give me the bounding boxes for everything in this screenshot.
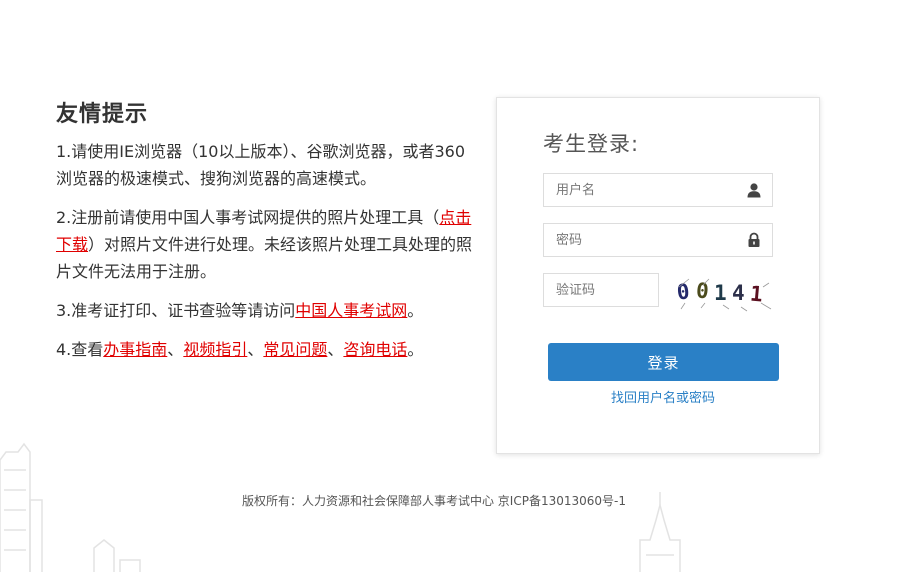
username-field[interactable] xyxy=(543,173,773,207)
faq-link[interactable]: 常见问题 xyxy=(263,340,327,359)
cpta-site-link[interactable]: 中国人事考试网 xyxy=(295,301,407,320)
login-title: 考生登录: xyxy=(543,132,640,156)
user-icon xyxy=(747,183,761,198)
lock-icon xyxy=(748,232,760,247)
captcha-char: 1 xyxy=(714,281,727,305)
notice-item-admission-ticket: 3.准考证打印、证书查验等请访问中国人事考试网。 xyxy=(56,297,476,324)
notice-item-help-text-post: 。 xyxy=(407,340,424,359)
captcha-char: 0 xyxy=(695,279,709,304)
notice-item-admission-text-pre: 3.准考证打印、证书查验等请访问 xyxy=(56,301,296,320)
separator: 、 xyxy=(247,340,264,359)
notice-item-admission-text-post: 。 xyxy=(407,301,424,320)
captcha-field[interactable] xyxy=(543,273,659,307)
separator: 、 xyxy=(167,340,184,359)
username-input[interactable] xyxy=(544,174,736,206)
notice-item-photo-tool-text-pre: 2.注册前请使用中国人事考试网提供的照片处理工具（ xyxy=(56,208,440,227)
captcha-image[interactable]: 0 0 1 4 1 xyxy=(675,273,775,313)
forgot-credentials-link[interactable]: 找回用户名或密码 xyxy=(543,387,783,406)
notice-item-browser: 1.请使用IE浏览器（10以上版本）、谷歌浏览器，或者360浏览器的极速模式、搜… xyxy=(56,138,476,192)
notice-item-photo-tool: 2.注册前请使用中国人事考试网提供的照片处理工具（点击下载）对照片文件进行处理。… xyxy=(56,204,476,285)
login-button[interactable]: 登录 xyxy=(548,343,779,381)
captcha-char: 4 xyxy=(732,281,745,305)
notice-item-help-links: 4.查看办事指南、视频指引、常见问题、咨询电话。 xyxy=(56,336,476,363)
video-guide-link[interactable]: 视频指引 xyxy=(183,340,247,359)
login-card: 考生登录: 0 0 1 4 1 登录 找回用户名或密码 xyxy=(496,97,820,454)
notice-title: 友情提示 xyxy=(56,102,149,127)
password-field[interactable] xyxy=(543,223,773,257)
footer-copyright: 版权所有：人力资源和社会保障部人事考试中心 京ICP备13013060号-1 xyxy=(241,494,626,508)
notice-panel: 友情提示 1.请使用IE浏览器（10以上版本）、谷歌浏览器，或者360浏览器的极… xyxy=(56,96,476,375)
notice-item-help-text-pre: 4.查看 xyxy=(56,340,104,359)
notice-item-photo-tool-text-post: ）对照片文件进行处理。未经该照片处理工具处理的照片文件无法用于注册。 xyxy=(56,235,473,281)
hotline-link[interactable]: 咨询电话 xyxy=(343,340,407,359)
guide-link[interactable]: 办事指南 xyxy=(103,340,167,359)
captcha-input[interactable] xyxy=(544,274,656,306)
separator: 、 xyxy=(327,340,344,359)
notice-item-browser-text: 1.请使用IE浏览器（10以上版本）、谷歌浏览器，或者360浏览器的极速模式、搜… xyxy=(56,142,465,188)
password-input[interactable] xyxy=(544,224,736,256)
